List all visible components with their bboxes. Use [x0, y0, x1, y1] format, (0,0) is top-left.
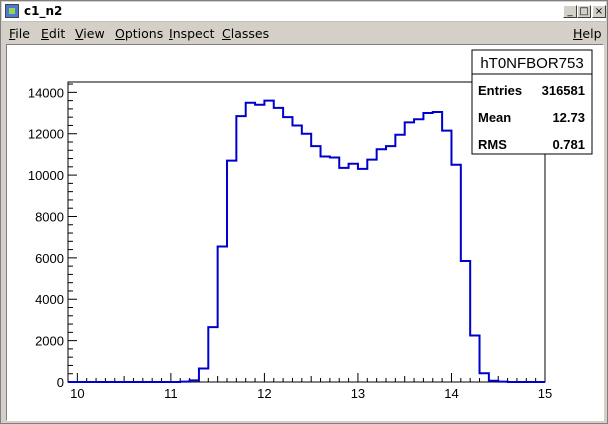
menu-bar: File Edit View Options Inspect Classes H…: [2, 22, 606, 44]
menu-file[interactable]: File: [9, 26, 30, 41]
x-tick-label: 15: [538, 386, 552, 401]
y-tick-label: 4000: [35, 292, 64, 307]
menu-view[interactable]: View: [75, 26, 105, 41]
stats-mean-value: 12.73: [552, 110, 585, 125]
stats-title: hT0NFBOR753: [480, 55, 583, 72]
x-tick-label: 14: [444, 386, 458, 401]
minimize-button[interactable]: _: [563, 5, 577, 18]
histogram-plot[interactable]: 10 11 12 13 14 15 0 2000 4000 6000 8000 10000 12000 1…: [7, 45, 603, 420]
window-title: c1_n2: [24, 4, 63, 18]
close-button[interactable]: ×: [592, 5, 606, 18]
y-tick-label: 8000: [35, 209, 64, 224]
menu-help-label: Help: [573, 26, 602, 41]
y-tick-label: 10000: [28, 168, 64, 183]
menu-help[interactable]: Help: [573, 26, 602, 41]
menu-view-label: View: [75, 26, 105, 41]
menu-options-label: Options: [115, 26, 164, 41]
app-icon[interactable]: [5, 4, 19, 18]
y-tick-label: 6000: [35, 251, 64, 266]
stats-entries-label: Entries: [478, 83, 522, 98]
stats-rms-label: RMS: [478, 137, 507, 152]
y-tick-label: 2000: [35, 334, 64, 349]
plot-canvas[interactable]: 10 11 12 13 14 15 0 2000 4000 6000 8000 10000 12000 1…: [6, 44, 604, 421]
menu-classes[interactable]: Classes: [222, 26, 269, 41]
y-tick-label: 0: [57, 375, 64, 390]
menu-inspect-label: Inspect: [169, 26, 215, 41]
menu-options[interactable]: Options: [115, 26, 163, 41]
title-bar[interactable]: c1_n2 _ □ ×: [2, 2, 606, 22]
stats-entries-value: 316581: [542, 83, 585, 98]
x-tick-label: 12: [257, 386, 271, 401]
menu-edit-label: Edit: [41, 26, 66, 41]
stats-box[interactable]: hT0NFBOR753 Entries 316581 Mean 12.73 RM…: [471, 49, 593, 155]
menu-inspect[interactable]: Inspect: [169, 26, 215, 41]
x-tick-label: 10: [70, 386, 84, 401]
app-window: c1_n2 _ □ × File Edit View Options Inspe…: [0, 0, 608, 424]
menu-file-label: File: [9, 26, 30, 41]
menu-edit[interactable]: Edit: [41, 26, 65, 41]
y-tick-label: 12000: [28, 127, 64, 142]
stats-mean-label: Mean: [478, 110, 511, 125]
maximize-button[interactable]: □: [577, 5, 591, 18]
y-tick-label: 14000: [28, 85, 64, 100]
x-tick-label: 13: [351, 386, 365, 401]
stats-rms-value: 0.781: [552, 137, 585, 152]
menu-classes-label: Classes: [222, 26, 270, 41]
x-tick-label: 11: [164, 386, 178, 401]
